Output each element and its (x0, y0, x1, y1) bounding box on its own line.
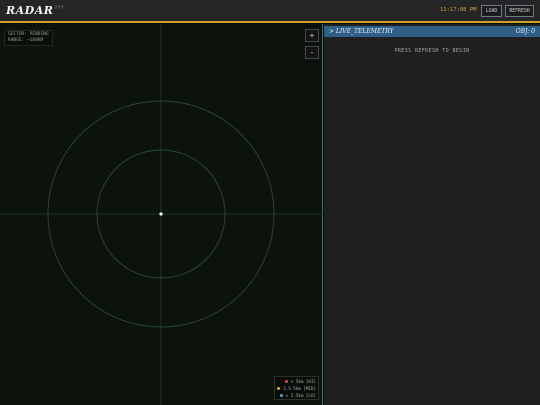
altitude-legend: > 5km [HI] 2.5-5km [MID] < 2.5km [LO] (274, 376, 319, 400)
telemetry-panel: > LIVE_TELEMETRY OBJ: 0 PRESS REFRESH TO… (324, 24, 540, 405)
zoom-out-button[interactable]: - (305, 46, 319, 59)
sector-info: SECTOR: PENDING RANGE: ~100KM (4, 30, 53, 46)
legend-label-mid: 2.5-5km [MID] (283, 386, 316, 391)
legend-dot-low (279, 394, 283, 397)
telemetry-title: > LIVE_TELEMETRY (329, 28, 394, 35)
legend-label-low: < 2.5km [LO] (285, 393, 316, 398)
radar-center-marker (159, 212, 163, 216)
logo-superscript: ??? (54, 5, 64, 12)
top-bar: RADAR??? 11:17:08 PM LOAD REFRESH (0, 0, 540, 23)
clock: 11:17:08 PM (440, 7, 477, 13)
radar-view[interactable]: SECTOR: PENDING RANGE: ~100KM + - > 5km … (0, 24, 323, 405)
refresh-button[interactable]: REFRESH (505, 5, 534, 17)
object-count: OBJ: 0 (515, 28, 535, 35)
legend-label-high: > 5km [HI] (290, 379, 316, 384)
app-logo: RADAR??? (6, 4, 64, 17)
telemetry-header: > LIVE_TELEMETRY OBJ: 0 (324, 26, 540, 37)
zoom-in-button[interactable]: + (305, 29, 319, 42)
range-status: RANGE: ~100KM (8, 38, 44, 43)
legend-item-low: < 2.5km [LO] (277, 392, 316, 399)
legend-item-high: > 5km [HI] (277, 378, 316, 385)
load-button[interactable]: LOAD (481, 5, 502, 17)
legend-item-mid: 2.5-5km [MID] (277, 385, 316, 392)
legend-dot-mid (277, 387, 281, 390)
logo-text: RADAR (6, 4, 54, 17)
legend-dot-high (284, 380, 288, 383)
radar-scope (0, 24, 323, 405)
empty-state-message: PRESS REFRESH TO BEGIN (394, 48, 470, 54)
